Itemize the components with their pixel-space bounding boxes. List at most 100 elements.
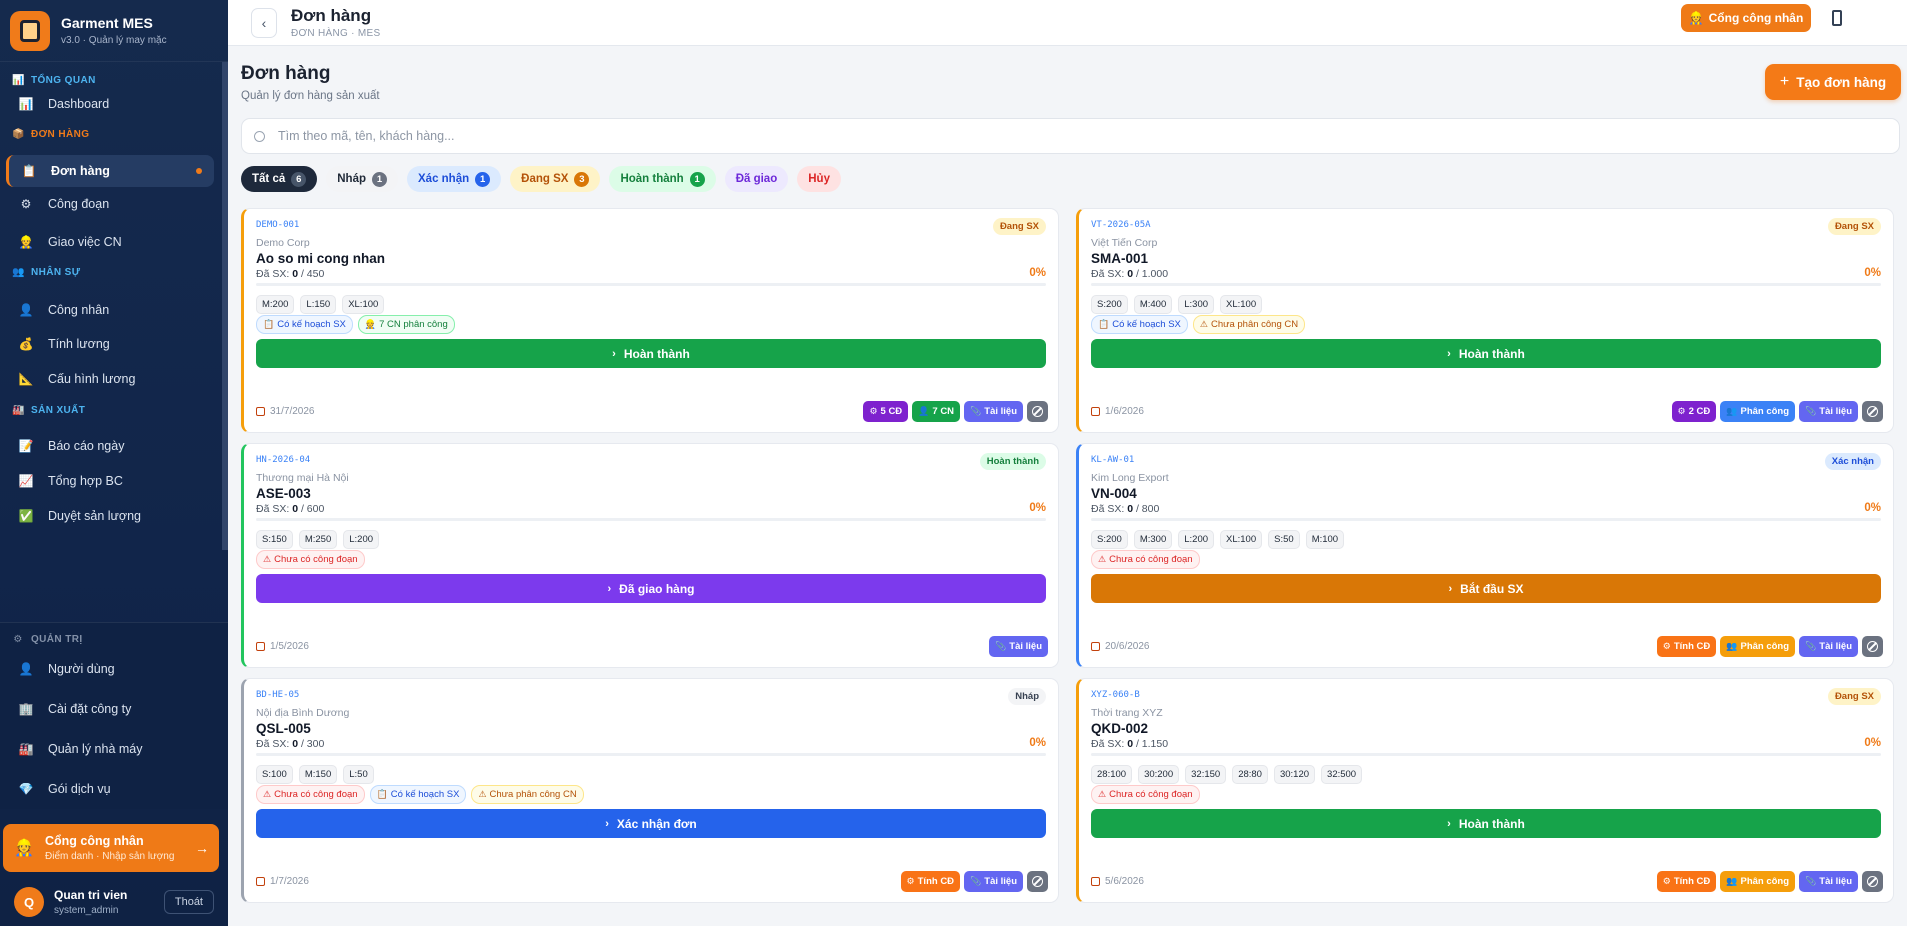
sidebar-item-3-1[interactable]: 📈 Tổng hợp BC: [6, 465, 214, 497]
sidebar-item-1-2[interactable]: 👷 Giao việc CN: [6, 226, 214, 258]
order-code[interactable]: VT-2026-05A: [1091, 220, 1151, 230]
sidebar-item-1-1[interactable]: ⚙ Công đoạn: [6, 188, 214, 220]
calendar-icon: [256, 407, 265, 416]
filter-chip-1[interactable]: Nháp 1: [326, 166, 398, 192]
order-date: 1/6/2026: [1091, 406, 1144, 417]
admin-item-2[interactable]: 🏭 Quản lý nhà máy: [6, 729, 214, 769]
clipboard-icon: 📋: [21, 164, 37, 178]
card-button[interactable]: ⚙ Tính CĐ: [900, 871, 961, 892]
card-button[interactable]: 📎 Tài liệu: [1799, 871, 1858, 892]
order-card[interactable]: KL-AW-01 Xác nhận Kim Long Export VN-004 Đã …: [1076, 443, 1894, 668]
primary-action-button[interactable]: › Hoàn thành: [256, 339, 1046, 368]
filter-chip-0[interactable]: Tất cả 6: [241, 166, 318, 192]
portal-title: Cổng công nhân: [45, 834, 144, 848]
size-chip: 28:100: [1091, 765, 1133, 784]
sidebar-item-3-2[interactable]: ✅ Duyệt sản lượng: [6, 500, 214, 532]
card-button[interactable]: 👤 7 CN: [912, 401, 961, 422]
card-button[interactable]: ⚙ Tính CĐ: [1656, 871, 1717, 892]
cancel-order-button[interactable]: [1862, 871, 1883, 892]
sidebar-item-1-0[interactable]: 📋 Đơn hàng: [6, 155, 214, 187]
card-button[interactable]: ⚙ 5 CĐ: [863, 401, 909, 422]
filter-chip-5[interactable]: Đã giao: [724, 166, 789, 192]
card-button[interactable]: 📎 Tài liệu: [964, 871, 1023, 892]
primary-action-button[interactable]: › Bắt đầu SX: [1091, 574, 1881, 603]
admin-item-0[interactable]: 👤 Người dùng: [6, 649, 214, 689]
order-code[interactable]: KL-AW-01: [1091, 455, 1134, 465]
avatar[interactable]: Q: [14, 887, 44, 917]
sidebar-item-2-0[interactable]: 👤 Công nhân: [6, 294, 214, 326]
card-button[interactable]: ⚙ 2 CĐ: [1671, 401, 1717, 422]
order-card[interactable]: HN-2026-04 Hoàn thành Thương mại Hà Nội ASE…: [241, 443, 1059, 668]
worker-portal-button[interactable]: 👷 Cổng công nhân Điểm danh · Nhập sản lư…: [3, 824, 219, 872]
customer-name: Kim Long Export: [1091, 472, 1169, 484]
filter-chip-2[interactable]: Xác nhận 1: [407, 166, 502, 192]
sidebar-item-label: Cấu hình lương: [48, 372, 136, 386]
logout-button[interactable]: Thoát: [163, 890, 214, 914]
card-button[interactable]: 📎 Tài liệu: [1799, 636, 1858, 657]
order-code[interactable]: BD-HE-05: [256, 690, 299, 700]
sidebar-item-label: Tính lương: [48, 337, 110, 351]
admin-item-3[interactable]: 💎 Gói dịch vụ: [6, 769, 214, 809]
sidebar-item-2-2[interactable]: 📐 Cấu hình lương: [6, 363, 214, 395]
gear-icon: ⚙: [1677, 406, 1686, 416]
create-order-button[interactable]: + Tạo đơn hàng: [1765, 64, 1901, 100]
worker-portal-top-button[interactable]: 👷 Cổng công nhân: [1681, 4, 1811, 32]
filter-chip-6[interactable]: Hủy: [797, 166, 841, 192]
cancel-order-button[interactable]: [1027, 401, 1048, 422]
order-card[interactable]: BD-HE-05 Nháp Nội địa Bình Dương QSL-005 Đã …: [241, 678, 1059, 903]
cancel-order-button[interactable]: [1862, 636, 1883, 657]
brand[interactable]: Garment MES v3.0 · Quản lý may mặc: [0, 0, 228, 62]
gear-icon: ⚙: [906, 876, 915, 886]
order-code[interactable]: HN-2026-04: [256, 455, 310, 465]
primary-action-button[interactable]: › Hoàn thành: [1091, 339, 1881, 368]
status-badge: Đang SX: [1827, 218, 1881, 235]
primary-action-button[interactable]: › Đã giao hàng: [256, 574, 1046, 603]
search-input[interactable]: [278, 129, 1759, 143]
primary-action-button[interactable]: › Xác nhận đơn: [256, 809, 1046, 838]
card-button[interactable]: 📎 Tài liệu: [964, 401, 1023, 422]
action-label: Xác nhận đơn: [616, 816, 697, 831]
card-button-label: Tài liệu: [1819, 406, 1852, 417]
admin-item-1[interactable]: 🏢 Cài đặt công ty: [6, 689, 214, 729]
box-icon: 📦: [12, 128, 25, 140]
progress-percent: 0%: [1029, 502, 1046, 514]
card-button[interactable]: 👥 Phân công: [1720, 636, 1796, 657]
card-button[interactable]: 📎 Tài liệu: [1799, 401, 1858, 422]
filter-chip-3[interactable]: Đang SX 3: [510, 166, 601, 192]
cancel-order-button[interactable]: [1027, 871, 1048, 892]
order-card[interactable]: XYZ-060-B Đang SX Thời trang XYZ QKD-002 Đã …: [1076, 678, 1894, 903]
nav-section-1: 📦 ĐƠN HÀNG: [0, 124, 228, 144]
date-text: 1/7/2026: [270, 876, 309, 887]
size-chip: 32:500: [1321, 765, 1363, 784]
filter-chip-4[interactable]: Hoàn thành 1: [609, 166, 716, 192]
order-card[interactable]: VT-2026-05A Đang SX Việt Tiến Corp SMA-001 Đ…: [1076, 208, 1894, 433]
sidebar-item-3-0[interactable]: 📝 Báo cáo ngày: [6, 430, 214, 462]
people-icon: 👥: [1726, 876, 1738, 886]
admin-item-label: Gói dịch vụ: [48, 782, 111, 796]
warning-icon: ⚠: [263, 789, 272, 799]
order-tag: ⚠ Chưa có công đoạn: [1091, 785, 1200, 804]
nav-section-2: 👥 NHÂN SỰ: [0, 262, 228, 282]
cancel-order-button[interactable]: [1862, 401, 1883, 422]
card-button[interactable]: 👥 Phân công: [1720, 871, 1796, 892]
admin-item-label: Quản lý nhà máy: [48, 742, 143, 756]
card-button[interactable]: 👥 Phân công: [1720, 401, 1796, 422]
back-button[interactable]: ‹: [251, 7, 277, 38]
order-code[interactable]: DEMO-001: [256, 220, 299, 230]
worker-icon: 👷: [18, 235, 34, 249]
nav-section-label: SẢN XUẤT: [31, 404, 86, 416]
page-title: Đơn hàng: [241, 63, 331, 84]
chevron-right-icon: ›: [1447, 817, 1451, 830]
card-button[interactable]: ⚙ Tính CĐ: [1656, 636, 1717, 657]
calendar-icon: [256, 877, 265, 886]
card-button[interactable]: 📎 Tài liệu: [989, 636, 1048, 657]
order-code[interactable]: XYZ-060-B: [1091, 690, 1140, 700]
order-card[interactable]: DEMO-001 Đang SX Demo Corp Ao so mi cong nh…: [241, 208, 1059, 433]
sidebar-item-0-0[interactable]: 📊 Dashboard: [6, 88, 214, 120]
status-badge: Nháp: [1008, 688, 1046, 705]
sidebar-item-2-1[interactable]: 💰 Tính lương: [6, 328, 214, 360]
size-chip: XL:100: [1220, 295, 1263, 314]
search-icon: [254, 130, 265, 142]
primary-action-button[interactable]: › Hoàn thành: [1091, 809, 1881, 838]
mobile-icon[interactable]: [1832, 10, 1842, 26]
